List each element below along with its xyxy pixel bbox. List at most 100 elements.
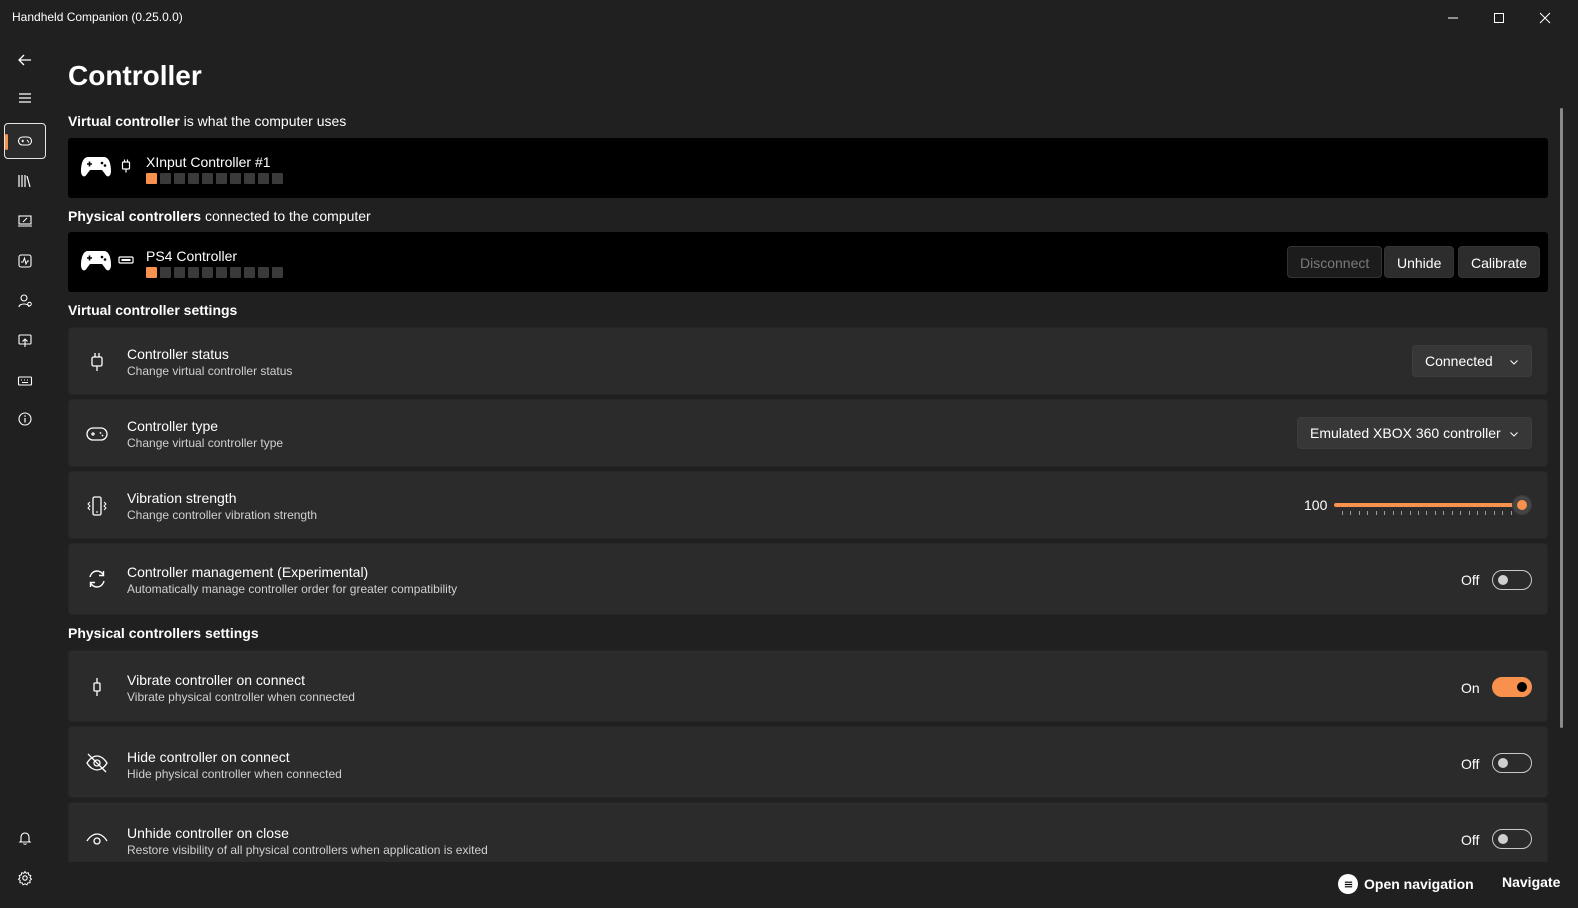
navigation-pane: [0, 36, 48, 908]
selection-indicator: [5, 134, 8, 150]
controller-type-dropdown[interactable]: Emulated XBOX 360 controller: [1297, 417, 1532, 449]
hide-on-connect-setting: Hide controller on connect Hide physical…: [68, 726, 1548, 798]
main-content: Controller Virtual controller is what th…: [68, 36, 1548, 862]
hide-on-connect-title: Hide controller on connect: [127, 749, 290, 765]
controller-type-value: Emulated XBOX 360 controller: [1310, 425, 1501, 441]
controller-status-setting: Controller status Change virtual control…: [68, 327, 1548, 395]
nav-item-profiles[interactable]: [4, 283, 46, 319]
disconnect-button[interactable]: Disconnect: [1287, 246, 1383, 278]
vibrate-on-connect-description: Vibrate physical controller when connect…: [127, 690, 355, 704]
vibration-strength-value: 100: [1304, 497, 1328, 513]
chevron-down-icon: [1510, 360, 1518, 365]
minimize-button[interactable]: [1430, 0, 1476, 36]
nav-item-device[interactable]: [4, 203, 46, 239]
virtual-controller-header: Virtual controller is what the computer …: [68, 113, 346, 129]
player-slot: [272, 267, 283, 278]
virtual-controller-card: XInput Controller #1: [68, 138, 1548, 198]
vibration-strength-title: Vibration strength: [127, 490, 237, 506]
physical-controllers-header-rest: connected to the computer: [201, 208, 371, 224]
menu-toggle-button[interactable]: [4, 80, 46, 116]
open-navigation-label: Open navigation: [1364, 876, 1474, 892]
player-slot: [188, 267, 199, 278]
close-icon: [1539, 12, 1551, 24]
player-slot: [216, 267, 227, 278]
navigate-hint[interactable]: Navigate: [1502, 874, 1560, 890]
controller-icon: [86, 427, 108, 441]
player-slot: [174, 267, 185, 278]
vibration-slider-thumb[interactable]: [1512, 495, 1532, 515]
player-slot: [160, 267, 171, 278]
player-slot: [230, 267, 241, 278]
overlay-icon: [18, 334, 32, 347]
controller-management-toggle[interactable]: [1492, 570, 1532, 590]
nav-item-hotkeys[interactable]: [4, 363, 46, 399]
usb-icon: [118, 256, 134, 264]
window-title: Handheld Companion (0.25.0.0): [12, 10, 183, 24]
plug-icon: [121, 159, 131, 173]
controller-status-dropdown[interactable]: Connected: [1412, 345, 1532, 377]
calibrate-button[interactable]: Calibrate: [1458, 246, 1541, 278]
unhide-on-close-toggle[interactable]: [1492, 829, 1532, 849]
nav-item-about[interactable]: [4, 401, 46, 437]
connector-icon: [93, 678, 101, 696]
physical-controller-card: PS4 Controller Disconnect Unhide Calibra…: [68, 232, 1548, 292]
unhide-on-close-description: Restore visibility of all physical contr…: [127, 843, 488, 857]
virtual-controller-name: XInput Controller #1: [146, 154, 271, 170]
unhide-on-close-state: Off: [1461, 832, 1480, 848]
virtual-settings-header: Virtual controller settings: [68, 302, 238, 318]
footer-hints: Open navigation Navigate: [0, 862, 1578, 908]
plug-icon: [91, 353, 103, 371]
virtual-controller-header-bold: Virtual controller: [68, 113, 180, 129]
performance-icon: [18, 254, 32, 268]
close-button[interactable]: [1522, 0, 1568, 36]
physical-controller-name: PS4 Controller: [146, 248, 238, 264]
physical-controller-slots: [146, 267, 283, 278]
player-slot: [174, 173, 185, 184]
unhide-button[interactable]: Unhide: [1384, 246, 1455, 278]
vibrate-on-connect-toggle[interactable]: [1492, 677, 1532, 697]
maximize-icon: [1494, 13, 1504, 23]
vibration-slider-track[interactable]: [1334, 503, 1522, 507]
unhide-on-close-setting: Unhide controller on close Restore visib…: [68, 802, 1548, 862]
unhide-on-close-title: Unhide controller on close: [127, 825, 289, 841]
vibrate-on-connect-setting: Vibrate controller on connect Vibrate ph…: [68, 650, 1548, 722]
player-slot: [202, 267, 213, 278]
vibration-strength-setting: Vibration strength Change controller vib…: [68, 471, 1548, 539]
nav-item-notifications[interactable]: [4, 820, 46, 856]
player-slot: [244, 173, 255, 184]
page-title: Controller: [68, 60, 202, 91]
controller-management-title: Controller management (Experimental): [127, 564, 369, 580]
vibrate-on-connect-title: Vibrate controller on connect: [127, 672, 305, 688]
back-icon: [18, 54, 31, 66]
open-navigation-hint[interactable]: Open navigation: [1338, 874, 1474, 894]
chevron-down-icon: [1510, 432, 1518, 437]
hide-on-connect-toggle[interactable]: [1492, 753, 1532, 773]
controller-management-description: Automatically manage controller order fo…: [127, 582, 458, 596]
player-slot: [160, 173, 171, 184]
nav-item-controller[interactable]: [4, 123, 46, 159]
vertical-scrollbar[interactable]: [1560, 108, 1563, 728]
controller-status-description: Change virtual controller status: [127, 364, 293, 378]
player-slot: [258, 267, 269, 278]
nav-item-overlay[interactable]: [4, 323, 46, 359]
maximize-button[interactable]: [1476, 0, 1522, 36]
title-bar: Handheld Companion (0.25.0.0): [0, 0, 1578, 36]
player-slot: [230, 173, 241, 184]
physical-settings-header: Physical controllers settings: [68, 625, 259, 641]
physical-controllers-header: Physical controllers connected to the co…: [68, 208, 371, 224]
hamburger-icon: [19, 93, 31, 103]
hotkeys-icon: [17, 376, 33, 386]
library-icon: [18, 175, 31, 188]
nav-item-library[interactable]: [4, 163, 46, 199]
controller-status-title: Controller status: [127, 346, 229, 362]
player-slot: [216, 173, 227, 184]
navigate-label: Navigate: [1502, 874, 1561, 890]
eye-off-icon: [86, 753, 108, 773]
controller-icon: [17, 136, 33, 146]
minimize-icon: [1448, 17, 1458, 19]
back-button[interactable]: [4, 42, 46, 78]
player-slot: [146, 173, 157, 184]
nav-item-performance[interactable]: [4, 243, 46, 279]
eye-icon: [86, 833, 108, 845]
controller-management-state: Off: [1461, 572, 1480, 588]
